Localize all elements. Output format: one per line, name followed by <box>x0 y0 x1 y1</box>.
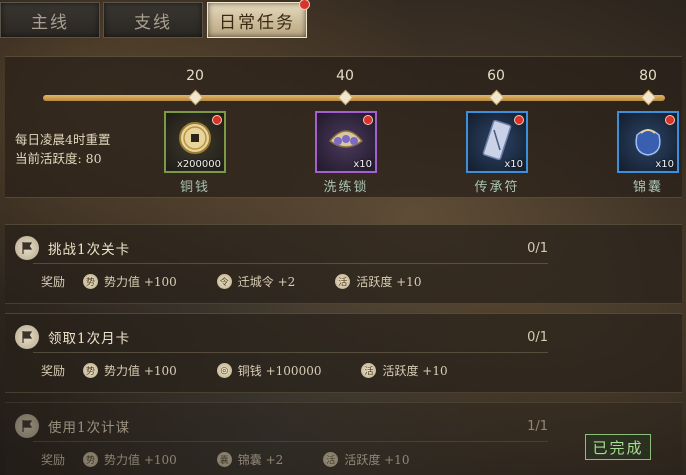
task-header: 挑战1次关卡 <box>15 236 130 260</box>
reward-text: 铜钱 +100000 <box>237 364 322 378</box>
task-row[interactable]: 领取1次月卡 0/1 奖励 势势力值 +100 ◎ 铜钱 +100000 活活跃度… <box>5 313 682 393</box>
reward-quantity: x200000 <box>176 159 221 170</box>
reward-name: 传承符 <box>474 180 520 195</box>
milestone-value: 40 <box>336 68 354 84</box>
task-rewards: 奖励 势势力值 +100 囊锦囊 +2 活活跃度 +10 <box>41 451 449 468</box>
reward-text: 活跃度 +10 <box>344 453 410 467</box>
reward-text: 活跃度 +10 <box>356 275 422 289</box>
milestone-marker-icon <box>640 89 656 106</box>
reward-label: 奖励 <box>41 275 66 289</box>
tab-daily-tasks[interactable]: 日常任务 <box>207 0 310 38</box>
tab-label: 主线 <box>31 12 69 33</box>
reward-entry: 囊锦囊 +2 <box>216 451 284 468</box>
reward-entry: 势势力值 +100 <box>83 451 177 468</box>
task-title: 领取1次月卡 <box>48 331 131 347</box>
divider <box>33 263 548 264</box>
activity-icon: 活 <box>323 452 339 467</box>
milestone-marker-icon <box>187 89 203 106</box>
reward-slot: x10 <box>315 111 377 173</box>
task-rewards: 奖励 势势力值 +100 令迁城令 +2 活活跃度 +10 <box>41 273 461 290</box>
power-icon: 势 <box>83 452 99 467</box>
reward-entry: 活活跃度 +10 <box>361 362 448 379</box>
task-rewards: 奖励 势势力值 +100 ◎ 铜钱 +100000 活活跃度 +10 <box>41 362 488 379</box>
tab-bar: 主线 支线 日常任务 <box>0 0 686 42</box>
reward-text: 势力值 +100 <box>104 364 177 378</box>
milestone-40: 40 <box>315 68 375 106</box>
reward-slot: x10 <box>617 111 679 173</box>
reward-chest-80[interactable]: x10 锦囊 <box>617 111 679 195</box>
current-activity-text: 当前活跃度: 80 <box>15 151 102 166</box>
reward-text: 锦囊 +2 <box>237 453 284 467</box>
reward-entry: 活活跃度 +10 <box>335 273 421 290</box>
reward-text: 势力值 +100 <box>104 275 177 289</box>
task-row[interactable]: 使用1次计谋 1/1 奖励 势势力值 +100 囊锦囊 +2 活活跃度 +10 <box>5 402 682 475</box>
task-progress: 0/1 <box>527 330 548 345</box>
reward-name: 洗练锁 <box>323 180 369 195</box>
reset-time-text: 每日凌晨4时重置 <box>15 132 111 147</box>
brocade-pouch-icon: 囊 <box>216 452 232 467</box>
reward-slot: x200000 <box>164 111 226 173</box>
flag-icon <box>15 414 39 438</box>
reward-chest-40[interactable]: x10 洗练锁 <box>315 111 377 195</box>
reward-entry: 令迁城令 +2 <box>216 273 296 290</box>
reward-quantity: x10 <box>655 159 674 170</box>
flag-icon <box>15 236 39 260</box>
milestone-20: 20 <box>165 68 225 106</box>
reward-entry: 活活跃度 +10 <box>323 451 409 468</box>
reward-label: 奖励 <box>41 453 66 467</box>
divider <box>33 352 548 353</box>
milestone-value: 80 <box>639 68 657 84</box>
task-header: 领取1次月卡 <box>15 325 130 349</box>
tab-label: 支线 <box>134 12 172 33</box>
reward-text: 迁城令 +2 <box>237 275 296 289</box>
task-title: 挑战1次关卡 <box>48 242 131 258</box>
notification-dot <box>212 115 222 125</box>
divider <box>33 441 548 442</box>
notification-dot <box>363 115 373 125</box>
reward-chest-20[interactable]: x200000 铜钱 <box>164 111 226 195</box>
power-icon: 势 <box>83 274 99 289</box>
reward-quantity: x10 <box>504 159 523 170</box>
reward-entry: ◎ 铜钱 +100000 <box>216 362 322 379</box>
tab-main-quest[interactable]: 主线 <box>0 2 100 38</box>
migration-order-icon: 令 <box>216 274 232 289</box>
completed-stamp: 已完成 <box>585 434 651 460</box>
reward-chest-60[interactable]: x10 传承符 <box>466 111 528 195</box>
activity-icon: 活 <box>335 274 351 289</box>
reward-entry: 势势力值 +100 <box>83 273 177 290</box>
reward-entry: 势势力值 +100 <box>83 362 177 379</box>
tab-side-quest[interactable]: 支线 <box>103 2 203 38</box>
reward-label: 奖励 <box>41 364 66 378</box>
reward-text: 势力值 +100 <box>104 453 177 467</box>
reward-text: 活跃度 +10 <box>382 364 448 378</box>
milestone-60: 60 <box>466 68 526 106</box>
notification-dot <box>514 115 524 125</box>
copper-coin-icon: ◎ <box>216 363 232 378</box>
reward-name: 锦囊 <box>632 180 663 195</box>
milestone-value: 20 <box>186 68 204 84</box>
notification-dot <box>665 115 675 125</box>
milestone-80: 80 <box>618 68 678 106</box>
reward-quantity: x10 <box>353 159 372 170</box>
power-icon: 势 <box>83 363 99 378</box>
tab-label: 日常任务 <box>219 12 295 33</box>
task-progress: 0/1 <box>527 241 548 256</box>
flag-icon <box>15 325 39 349</box>
task-row[interactable]: 挑战1次关卡 0/1 奖励 势势力值 +100 令迁城令 +2 活活跃度 +10 <box>5 224 682 304</box>
milestone-value: 60 <box>487 68 505 84</box>
task-progress: 1/1 <box>527 419 548 434</box>
reset-info: 每日凌晨4时重置 当前活跃度: 80 <box>15 130 110 168</box>
notification-dot <box>299 0 310 10</box>
reward-slot: x10 <box>466 111 528 173</box>
reward-name: 铜钱 <box>179 180 210 195</box>
task-title: 使用1次计谋 <box>48 420 131 436</box>
task-header: 使用1次计谋 <box>15 414 130 438</box>
milestone-marker-icon <box>337 89 353 106</box>
milestone-marker-icon <box>488 89 504 106</box>
activity-icon: 活 <box>361 363 377 378</box>
activity-reward-panel: 20 40 60 80 每日凌晨4时重置 当前活跃度: 80 x200000 铜… <box>5 56 682 198</box>
